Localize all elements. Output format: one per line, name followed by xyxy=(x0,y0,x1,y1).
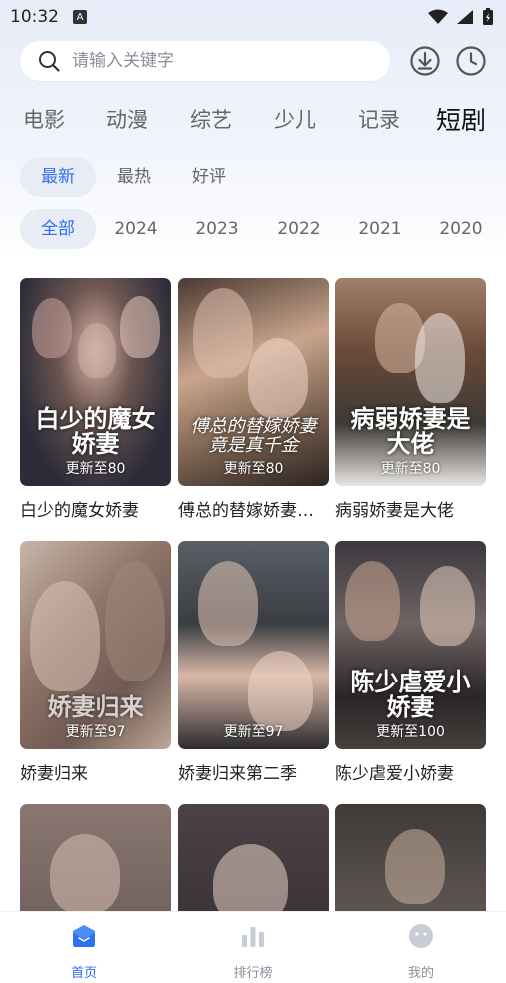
episode-badge: 更新至97 xyxy=(65,724,126,740)
poster-image[interactable]: 更新至97 xyxy=(178,541,329,749)
year-2024-chip[interactable]: 2024 xyxy=(98,209,174,249)
profile-icon xyxy=(409,924,433,948)
episode-badge: 更新至97 xyxy=(223,724,284,740)
year-2022-chip[interactable]: 2022 xyxy=(261,209,337,249)
search-icon xyxy=(39,51,60,72)
poster-image[interactable]: 白少的魔女娇妻 更新至80 xyxy=(20,278,171,486)
year-2021-chip[interactable]: 2021 xyxy=(342,209,418,249)
status-bar: 10:32 A xyxy=(0,0,506,34)
drama-title[interactable]: 白少的魔女娇妻 xyxy=(20,496,171,521)
poster-image[interactable]: 陈少虐爱小娇妻 更新至100 xyxy=(335,541,486,749)
search-box[interactable] xyxy=(20,41,390,81)
nav-home-label: 首页 xyxy=(70,966,97,981)
tab-variety[interactable]: 综艺 xyxy=(190,104,232,134)
download-icon xyxy=(410,46,440,76)
bottom-nav: 首页 排行榜 我的 xyxy=(0,911,506,983)
nav-profile[interactable]: 我的 xyxy=(381,922,461,981)
drama-title[interactable]: 娇妻归来 xyxy=(20,759,171,784)
category-tabs: 电影 动漫 综艺 少儿 记录 短剧 xyxy=(0,98,506,140)
bar-chart-icon xyxy=(242,927,264,947)
drama-card[interactable]: 白少的魔女娇妻 更新至80 白少的魔女娇妻 xyxy=(20,278,171,521)
tab-anime[interactable]: 动漫 xyxy=(106,104,148,134)
episode-badge: 更新至80 xyxy=(380,461,441,477)
wifi-icon xyxy=(428,9,448,24)
nav-home[interactable]: 首页 xyxy=(44,922,124,981)
nav-ranking[interactable]: 排行榜 xyxy=(213,922,293,981)
notification-icon: A xyxy=(73,10,87,24)
nav-profile-label: 我的 xyxy=(407,966,434,981)
sort-hottest-chip[interactable]: 最热 xyxy=(96,157,172,197)
year-2020-chip[interactable]: 2020 xyxy=(423,209,499,249)
year-all-chip[interactable]: 全部 xyxy=(20,209,96,249)
tab-documentary[interactable]: 记录 xyxy=(358,104,400,134)
tab-short-drama[interactable]: 短剧 xyxy=(436,101,486,137)
poster-title-art: 娇妻归来 xyxy=(47,691,144,721)
tab-kids[interactable]: 少儿 xyxy=(274,104,316,134)
sort-top-rated-chip[interactable]: 好评 xyxy=(171,157,247,197)
drama-card[interactable]: 病弱娇妻是大佬 更新至80 病弱娇妻是大佬 xyxy=(335,278,486,521)
search-input[interactable] xyxy=(72,51,362,71)
poster-image[interactable]: 娇妻归来 更新至97 xyxy=(20,541,171,749)
drama-title[interactable]: 病弱娇妻是大佬 xyxy=(335,496,486,521)
year-2023-chip[interactable]: 2023 xyxy=(179,209,255,249)
poster-image[interactable]: 傅总的替嫁娇妻竟是真千金 更新至80 xyxy=(178,278,329,486)
cellular-icon xyxy=(457,10,473,24)
drama-card[interactable]: 娇妻归来 更新至97 娇妻归来 xyxy=(20,541,171,784)
poster-title-art: 白少的魔女娇妻 xyxy=(35,403,156,458)
home-icon xyxy=(73,925,95,947)
tab-movie[interactable]: 电影 xyxy=(23,104,65,134)
poster-title-art: 陈少虐爱小娇妻 xyxy=(350,666,471,721)
drama-card[interactable]: 更新至97 娇妻归来第二季 xyxy=(178,541,329,784)
sort-filter-row: 最新 最热 好评 xyxy=(20,157,506,197)
drama-title[interactable]: 傅总的替嫁娇妻… xyxy=(178,496,329,521)
poster-title-art: 傅总的替嫁娇妻竟是真千金 xyxy=(190,416,317,457)
poster-title-art: 病弱娇妻是大佬 xyxy=(350,403,471,458)
drama-card[interactable]: 傅总的替嫁娇妻竟是真千金 更新至80 傅总的替嫁娇妻… xyxy=(178,278,329,521)
battery-icon xyxy=(483,8,493,25)
drama-title[interactable]: 陈少虐爱小娇妻 xyxy=(335,759,486,784)
download-button[interactable] xyxy=(408,44,442,78)
episode-badge: 更新至80 xyxy=(223,461,284,477)
episode-badge: 更新至100 xyxy=(376,724,445,740)
poster-image[interactable]: 病弱娇妻是大佬 更新至80 xyxy=(335,278,486,486)
status-time: 10:32 xyxy=(10,7,59,27)
drama-title[interactable]: 娇妻归来第二季 xyxy=(178,759,329,784)
sort-latest-chip[interactable]: 最新 xyxy=(20,157,96,197)
year-filter-row: 全部 2024 2023 2022 2021 2020 xyxy=(20,209,506,249)
nav-ranking-label: 排行榜 xyxy=(233,966,273,981)
search-row xyxy=(20,40,490,82)
episode-badge: 更新至80 xyxy=(65,461,126,477)
drama-card[interactable]: 陈少虐爱小娇妻 更新至100 陈少虐爱小娇妻 xyxy=(335,541,486,784)
history-button[interactable] xyxy=(454,44,488,78)
clock-icon xyxy=(456,46,486,76)
